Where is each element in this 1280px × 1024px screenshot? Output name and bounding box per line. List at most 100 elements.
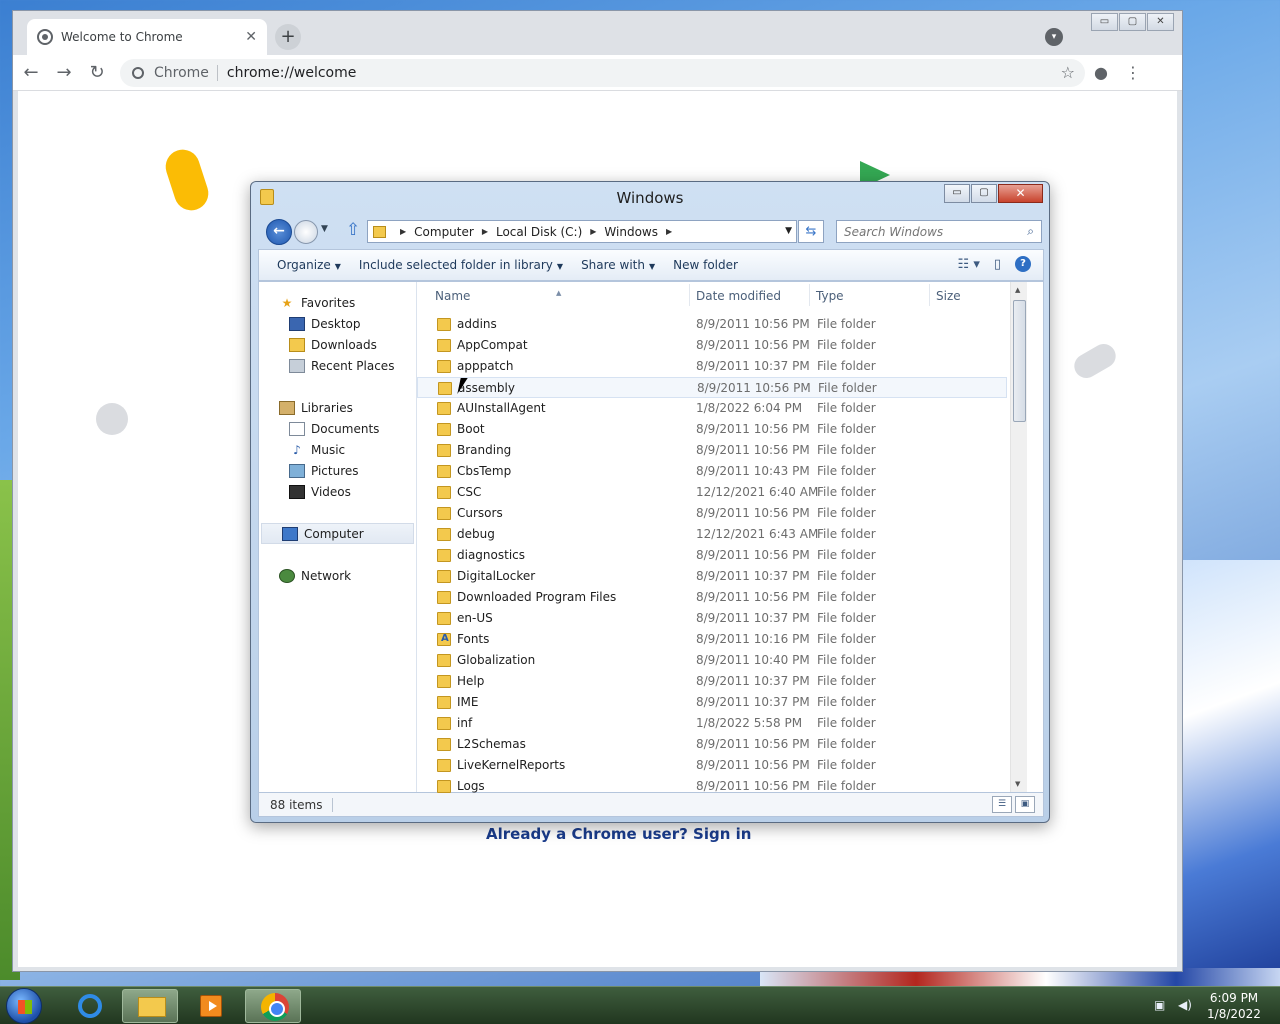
chevron-right-icon[interactable]: ▶ [482, 227, 488, 236]
help-icon[interactable]: ? [1015, 256, 1031, 272]
maximize-button[interactable]: ▢ [971, 184, 997, 203]
menu-kebab-icon[interactable]: ⋮ [1117, 63, 1149, 82]
table-row[interactable]: Downloaded Program Files 8/9/2011 10:56 P… [417, 587, 1027, 608]
table-row[interactable]: Cursors 8/9/2011 10:56 PM File folder [417, 503, 1027, 524]
nav-videos[interactable]: Videos [259, 481, 416, 502]
column-size[interactable]: Size [936, 289, 961, 303]
chevron-right-icon[interactable]: ▶ [590, 227, 596, 236]
table-row[interactable]: Globalization 8/9/2011 10:40 PM File folde… [417, 650, 1027, 671]
network-tray-icon[interactable]: ▣ [1154, 998, 1170, 1014]
nav-network[interactable]: Network [259, 565, 416, 586]
table-row[interactable]: debug 12/12/2021 6:43 AM File folder [417, 524, 1027, 545]
scroll-up-arrow-icon[interactable]: ▲ [1015, 286, 1020, 294]
organize-button[interactable]: Organize ▼ [277, 258, 341, 272]
nav-computer[interactable]: Computer [261, 523, 414, 544]
search-icon[interactable]: ⌕ [1027, 224, 1034, 239]
back-arrow-icon[interactable]: ← [16, 62, 46, 83]
close-button[interactable]: ✕ [998, 184, 1043, 203]
up-arrow-icon[interactable]: ⇧ [346, 220, 360, 240]
change-view-icon[interactable]: ☷ ▾ [958, 257, 980, 272]
site-info-icon[interactable] [132, 66, 144, 79]
search-input[interactable] [844, 224, 1028, 239]
include-in-library-button[interactable]: Include selected folder in library ▼ [359, 258, 563, 272]
breadcrumb-computer[interactable]: Computer [414, 225, 474, 239]
column-divider[interactable] [929, 284, 930, 306]
column-divider[interactable] [809, 284, 810, 306]
table-row[interactable]: CSC 12/12/2021 6:40 AM File folder [417, 482, 1027, 503]
start-button[interactable] [6, 988, 42, 1024]
table-row[interactable]: en-US 8/9/2011 10:37 PM File folder [417, 608, 1027, 629]
table-row[interactable]: assembly 8/9/2011 10:56 PM File folder [417, 377, 1007, 398]
details-view-icon[interactable]: ☰ [992, 796, 1012, 813]
table-row[interactable]: inf 1/8/2022 5:58 PM File folder [417, 713, 1027, 734]
address-bar[interactable]: Chrome chrome://welcome ☆ [120, 58, 1085, 87]
vertical-scrollbar[interactable]: ▲ ▼ [1010, 282, 1027, 792]
reload-icon[interactable]: ↻ [82, 62, 112, 83]
table-row[interactable]: apppatch 8/9/2011 10:37 PM File folder [417, 356, 1027, 377]
table-row[interactable]: IME 8/9/2011 10:37 PM File folder [417, 692, 1027, 713]
file-type: File folder [817, 527, 876, 541]
address-dropdown-icon[interactable]: ▼ [785, 226, 792, 236]
new-folder-button[interactable]: New folder [673, 258, 738, 272]
close-button[interactable]: ✕ [1147, 13, 1174, 31]
tab-close-icon[interactable]: ✕ [245, 29, 257, 45]
maximize-button[interactable]: ▢ [1119, 13, 1146, 31]
refresh-icon[interactable]: ⇆ [798, 220, 824, 243]
column-date-modified[interactable]: Date modified [696, 289, 781, 303]
column-divider[interactable] [689, 284, 690, 306]
nav-downloads[interactable]: Downloads [259, 334, 416, 355]
scrollbar-thumb[interactable] [1013, 300, 1026, 422]
table-row[interactable]: AUInstallAgent 1/8/2022 6:04 PM File folde… [417, 398, 1027, 419]
breadcrumb-local-disk[interactable]: Local Disk (C:) [496, 225, 582, 239]
table-row[interactable]: DigitalLocker 8/9/2011 10:37 PM File folde… [417, 566, 1027, 587]
nav-recent-places[interactable]: Recent Places [259, 355, 416, 376]
search-box[interactable]: ⌕ [836, 220, 1042, 243]
nav-documents[interactable]: Documents [259, 418, 416, 439]
volume-icon[interactable]: ◀) [1178, 998, 1194, 1014]
back-button[interactable]: ← [266, 219, 292, 245]
nav-pictures[interactable]: Pictures [259, 460, 416, 481]
taskbar-media-player[interactable] [182, 989, 238, 1023]
table-row[interactable]: Branding 8/9/2011 10:56 PM File folder [417, 440, 1027, 461]
clock[interactable]: 6:09 PM 1/8/2022 [1202, 990, 1266, 1022]
nav-libraries[interactable]: Libraries [259, 397, 416, 418]
tab-search-icon[interactable]: ▾ [1045, 28, 1063, 46]
table-row[interactable]: Boot 8/9/2011 10:56 PM File folder [417, 419, 1027, 440]
table-row[interactable]: Help 8/9/2011 10:37 PM File folder [417, 671, 1027, 692]
preview-pane-icon[interactable]: ▯ [994, 257, 1001, 272]
recent-pages-chevron-icon[interactable]: ▼ [321, 224, 328, 234]
minimize-button[interactable]: ▭ [944, 184, 970, 203]
profile-icon[interactable]: ● [1085, 63, 1117, 82]
table-row[interactable]: L2Schemas 8/9/2011 10:56 PM File folder [417, 734, 1027, 755]
signin-link[interactable]: Already a Chrome user? Sign in [486, 825, 751, 843]
table-row[interactable]: diagnostics 8/9/2011 10:56 PM File folder [417, 545, 1027, 566]
chevron-right-icon[interactable]: ▶ [400, 227, 406, 236]
minimize-button[interactable]: ▭ [1091, 13, 1118, 31]
table-row[interactable]: CbsTemp 8/9/2011 10:43 PM File folder [417, 461, 1027, 482]
forward-button[interactable] [294, 220, 318, 244]
table-row[interactable]: LiveKernelReports 8/9/2011 10:56 PM File f… [417, 755, 1027, 776]
forward-arrow-icon[interactable]: → [49, 62, 79, 83]
tab-welcome[interactable]: Welcome to Chrome ✕ [27, 19, 267, 55]
new-tab-button[interactable]: + [275, 24, 301, 50]
taskbar-file-explorer[interactable] [122, 989, 178, 1023]
table-row[interactable]: addins 8/9/2011 10:56 PM File folder [417, 314, 1027, 335]
breadcrumb-windows[interactable]: Windows [604, 225, 658, 239]
table-row[interactable]: Fonts 8/9/2011 10:16 PM File folder [417, 629, 1027, 650]
large-icons-view-icon[interactable]: ▣ [1015, 796, 1035, 813]
taskbar-chrome[interactable] [245, 989, 301, 1023]
window-title: Windows [616, 189, 684, 207]
taskbar-internet-explorer[interactable] [60, 989, 116, 1023]
table-row[interactable]: AppCompat 8/9/2011 10:56 PM File folder [417, 335, 1027, 356]
breadcrumb[interactable]: ▶ Computer ▶ Local Disk (C:) ▶ Windows ▶… [367, 220, 797, 243]
bookmark-star-icon[interactable]: ☆ [1061, 63, 1075, 82]
chevron-right-icon[interactable]: ▶ [666, 227, 672, 236]
url-text[interactable]: chrome://welcome [227, 65, 356, 81]
scroll-down-arrow-icon[interactable]: ▼ [1015, 780, 1020, 788]
share-with-button[interactable]: Share with ▼ [581, 258, 655, 272]
column-name[interactable]: Name [435, 289, 470, 303]
nav-music[interactable]: ♪ Music [259, 439, 416, 460]
nav-desktop[interactable]: Desktop [259, 313, 416, 334]
nav-favorites[interactable]: ★ Favorites [259, 292, 416, 313]
column-type[interactable]: Type [816, 289, 844, 303]
